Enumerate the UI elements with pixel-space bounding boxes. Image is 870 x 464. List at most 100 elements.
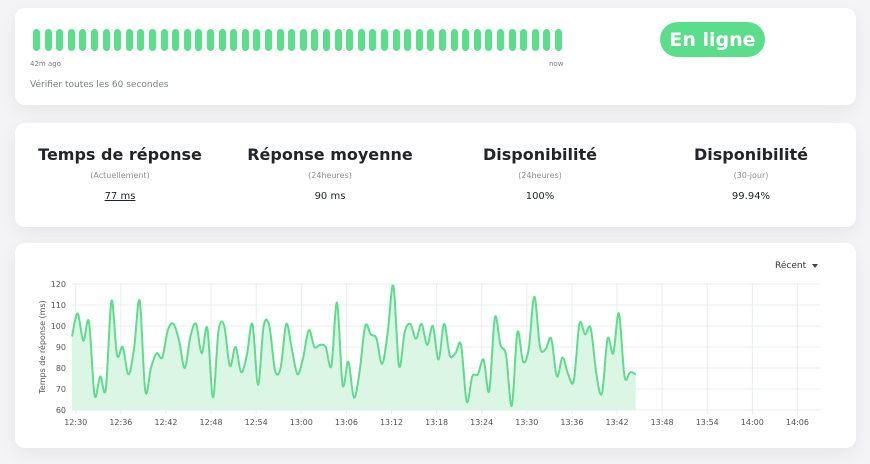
x-tick-label: 12:36 [109, 418, 132, 427]
x-tick-label: 13:18 [425, 418, 448, 427]
heartbeat-bar[interactable] [369, 29, 377, 51]
data-point [623, 375, 625, 377]
stat-subtitle: (24heures) [518, 171, 562, 180]
heartbeat-bar[interactable] [508, 29, 516, 51]
heartbeat-bar[interactable] [311, 29, 319, 51]
status-badge: En ligne [660, 22, 765, 57]
heartbeat-bar[interactable] [33, 29, 40, 51]
data-point [635, 373, 637, 375]
stat-value: 90 ms [314, 191, 346, 202]
y-tick-label: 100 [51, 322, 66, 331]
data-point [584, 333, 586, 335]
data-point [291, 348, 293, 350]
heartbeat-bar[interactable] [299, 29, 307, 51]
heartbeat-bar[interactable] [137, 29, 145, 51]
heartbeat-bar[interactable] [241, 29, 249, 51]
data-point [110, 300, 112, 302]
heartbeat-bar[interactable] [450, 29, 458, 51]
data-point [347, 361, 349, 363]
heartbeat-bar[interactable] [56, 29, 64, 51]
heartbeat-bar[interactable] [253, 29, 261, 51]
data-point [178, 340, 180, 342]
stats-card: Temps de réponse (Actuellement) 77 ms Ré… [15, 123, 856, 227]
x-tick-label: 12:42 [154, 418, 177, 427]
heartbeat-bar[interactable] [439, 29, 446, 51]
heartbeat-bar[interactable] [44, 29, 52, 51]
heartbeat-bar[interactable] [555, 29, 562, 51]
data-point [595, 373, 597, 375]
data-point [466, 400, 468, 402]
heartbeat-bar[interactable] [218, 29, 226, 51]
data-point [516, 331, 518, 333]
heartbeat-bar[interactable] [183, 29, 191, 51]
data-point [606, 337, 608, 339]
y-tick-label: 80 [56, 364, 66, 373]
heartbeat-bar[interactable] [473, 29, 481, 51]
data-point [93, 394, 95, 396]
data-point [184, 367, 186, 369]
heartbeat-bar[interactable] [404, 29, 412, 51]
heartbeat-bar[interactable] [149, 29, 156, 51]
x-tick-label: 13:06 [335, 418, 358, 427]
data-point [71, 335, 73, 337]
heartbeat-bar[interactable] [497, 29, 504, 51]
heartbeat-bar[interactable] [102, 29, 110, 51]
data-point [150, 367, 152, 369]
heartbeat-bar[interactable] [160, 29, 168, 51]
heartbeat-bar[interactable] [288, 29, 296, 51]
heartbeat-bar[interactable] [531, 29, 539, 51]
stat-title: Réponse moyenne [247, 145, 413, 164]
data-point [471, 375, 473, 377]
stat-title: Temps de réponse [38, 145, 202, 164]
data-point [296, 373, 298, 375]
heartbeat-bar[interactable] [125, 29, 133, 51]
data-point [161, 356, 163, 358]
heartbeat-bar[interactable] [276, 29, 284, 51]
heartbeat-bar[interactable] [357, 29, 365, 51]
data-point [550, 337, 552, 339]
data-point [257, 384, 259, 386]
heartbeat-bar[interactable] [462, 29, 470, 51]
x-tick-label: 12:30 [64, 418, 87, 427]
heartbeat-bar[interactable] [265, 29, 272, 51]
data-point [522, 361, 524, 363]
data-point [302, 356, 304, 358]
heartbeat-bar[interactable] [195, 29, 203, 51]
heartbeat-bar[interactable] [67, 29, 75, 51]
x-tick-label: 13:00 [290, 418, 313, 427]
heartbeat-bar[interactable] [415, 29, 423, 51]
data-point [398, 365, 400, 367]
heartbeat-bar[interactable] [114, 29, 122, 51]
data-point [375, 337, 377, 339]
x-tick-label: 13:48 [651, 418, 674, 427]
current-response-time-link[interactable]: 77 ms [15, 191, 225, 202]
data-point [133, 348, 135, 350]
data-point [144, 390, 146, 392]
heartbeat-bar[interactable] [485, 29, 493, 51]
data-point [240, 371, 242, 373]
heartbeat-bar[interactable] [381, 29, 388, 51]
heartbeat-bar[interactable] [172, 29, 180, 51]
data-point [409, 323, 411, 325]
data-point [139, 300, 141, 302]
x-tick-label: 13:42 [605, 418, 628, 427]
data-point [341, 384, 343, 386]
heartbeat-bar[interactable] [323, 29, 330, 51]
heartbeat-bar[interactable] [79, 29, 87, 51]
heartbeat-bar[interactable] [91, 29, 98, 51]
heartbeat-bar[interactable] [392, 29, 400, 51]
data-point [454, 352, 456, 354]
heartbeat-bar[interactable] [346, 29, 354, 51]
data-point [308, 329, 310, 331]
stat-subtitle: (Actuellement) [90, 171, 150, 180]
data-point [268, 325, 270, 327]
heartbeat-bar[interactable] [207, 29, 214, 51]
heartbeat-bar[interactable] [230, 29, 238, 51]
heartbeat-bar[interactable] [427, 29, 435, 51]
data-point [319, 344, 321, 346]
data-point [246, 354, 248, 356]
data-point [601, 392, 603, 394]
heartbeat-bar[interactable] [543, 29, 551, 51]
heartbeat-bar[interactable] [334, 29, 342, 51]
heartbeat-bar[interactable] [520, 29, 528, 51]
